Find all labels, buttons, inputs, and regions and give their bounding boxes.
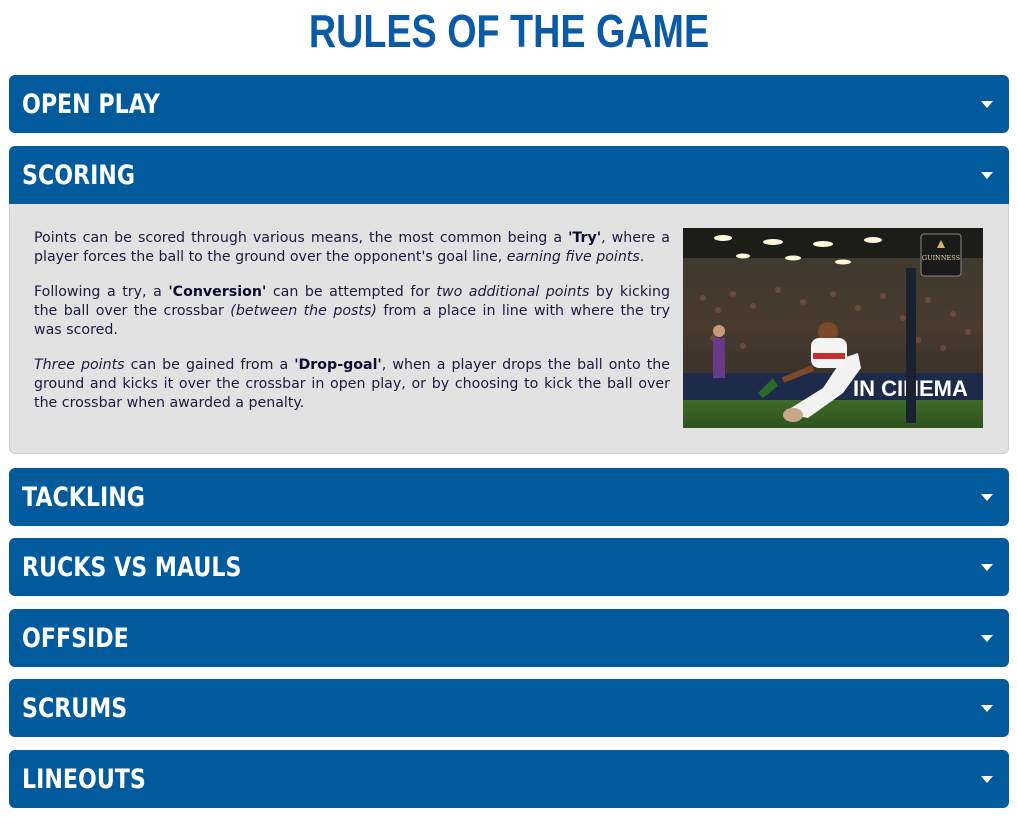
accordion-label: TACKLING	[22, 482, 145, 513]
chevron-down-icon	[981, 494, 993, 501]
flag-brand-text: GUINNESS	[922, 254, 960, 262]
accordion-label: OFFSIDE	[22, 623, 129, 654]
accordion-scrums[interactable]: SCRUMS	[9, 679, 1009, 737]
page-title: RULES OF THE GAME	[308, 5, 710, 57]
accordion-rucks-vs-mauls[interactable]: RUCKS VS MAULS	[9, 538, 1009, 596]
try-scoring-photo: IN CINEMA GUINNESS	[683, 228, 983, 428]
accordion-label: SCRUMS	[22, 693, 128, 724]
scoring-text: Points can be scored through various mea…	[34, 229, 670, 429]
accordion-label: SCORING	[22, 160, 136, 191]
chevron-down-icon	[981, 172, 993, 179]
accordion-lineouts[interactable]: LINEOUTS	[9, 750, 1009, 808]
chevron-down-icon	[981, 705, 993, 712]
chevron-down-icon	[981, 776, 993, 783]
accordion-tackling[interactable]: TACKLING	[9, 468, 1009, 526]
scoring-paragraph-try: Points can be scored through various mea…	[34, 230, 670, 265]
rugby-photo-illustration: IN CINEMA GUINNESS	[683, 228, 983, 428]
accordion-scoring[interactable]: SCORING	[9, 146, 1009, 204]
scoring-panel: Points can be scored through various mea…	[9, 204, 1009, 454]
accordion-label: OPEN PLAY	[22, 89, 160, 120]
accordion-open-play[interactable]: OPEN PLAY	[9, 75, 1009, 133]
chevron-down-icon	[981, 564, 993, 571]
chevron-down-icon	[981, 635, 993, 642]
accordion-offside[interactable]: OFFSIDE	[9, 609, 1009, 667]
chevron-down-icon	[981, 101, 993, 108]
scoring-paragraph-conversion: Following a try, a 'Conversion' can be a…	[34, 284, 670, 338]
scoring-paragraph-drop-goal: Three points can be gained from a 'Drop-…	[34, 357, 670, 411]
accordion-label: RUCKS VS MAULS	[22, 552, 242, 583]
accordion-label: LINEOUTS	[22, 764, 146, 795]
